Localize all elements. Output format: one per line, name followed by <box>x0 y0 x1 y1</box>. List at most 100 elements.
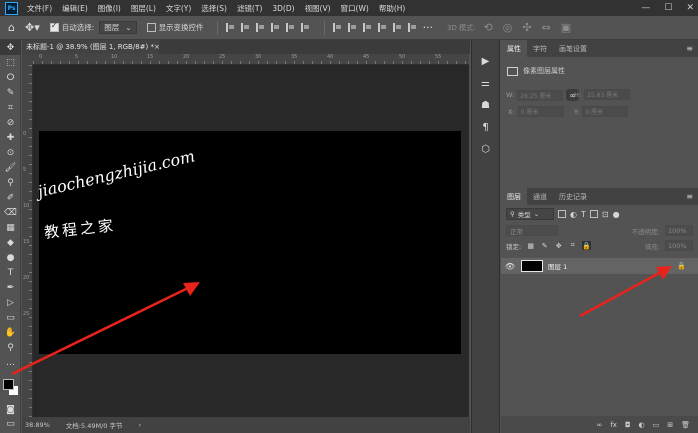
marquee-tool[interactable]: ⬚ <box>0 55 21 70</box>
tab-properties[interactable]: 属性 <box>501 40 527 57</box>
opacity-field[interactable]: 100% <box>665 225 693 236</box>
tab-character[interactable]: 字符 <box>527 40 553 57</box>
eraser-tool[interactable]: ⌫ <box>0 205 21 220</box>
close-icon[interactable]: ✕ <box>686 3 694 13</box>
blur-tool[interactable]: ◆ <box>0 235 21 250</box>
menu-type[interactable]: 文字(Y) <box>166 3 191 14</box>
pen-tool[interactable]: ✒ <box>0 280 21 295</box>
slide-3d-icon[interactable]: ⇔ <box>542 21 551 34</box>
orbit-3d-icon[interactable]: ⟲ <box>484 21 493 34</box>
layer-kind-dropdown[interactable]: ⚲ 类型 ⌄ <box>506 208 554 220</box>
align-right-icon[interactable] <box>255 23 265 32</box>
eyedropper-tool[interactable]: ✚ <box>0 130 21 145</box>
menu-help[interactable]: 帮助(H) <box>379 3 406 14</box>
filter-toggle-icon[interactable]: ● <box>613 210 620 219</box>
tab-brush-settings[interactable]: 画笔设置 <box>553 40 593 57</box>
menu-image[interactable]: 图像(I) <box>98 3 121 14</box>
brush-tool[interactable]: 🖌 <box>0 160 21 175</box>
stamp-tool[interactable]: ⚲ <box>0 175 21 190</box>
drag-3d-icon[interactable]: ✣ <box>522 21 531 34</box>
zoom-tool[interactable]: ⚲ <box>0 340 21 355</box>
magic-wand-tool[interactable]: ✎ <box>0 85 21 100</box>
layer-lock-icon[interactable]: 🔒 <box>677 262 686 270</box>
history-brush-tool[interactable]: ✐ <box>0 190 21 205</box>
filter-adjustment-icon[interactable]: ◐ <box>570 210 577 219</box>
add-mask-icon[interactable]: ◘ <box>625 421 631 429</box>
lock-artboard-icon[interactable]: ⌗ <box>568 241 577 250</box>
move-tool-icon[interactable]: ✥▾ <box>25 21 40 34</box>
lock-position-icon[interactable]: ✥ <box>554 241 563 250</box>
layer-row[interactable]: 👁 图层 1 🔒 <box>501 258 698 274</box>
menu-layer[interactable]: 图层(L) <box>131 3 156 14</box>
minimize-icon[interactable]: — <box>641 3 650 13</box>
quick-mask-button[interactable]: ◙ <box>0 402 21 417</box>
show-transform-checkbox[interactable] <box>146 23 156 32</box>
frame-tool[interactable]: ⊘ <box>0 115 21 130</box>
document-canvas[interactable] <box>39 131 461 354</box>
menu-file[interactable]: 文件(F) <box>27 3 52 14</box>
maximize-icon[interactable]: ☐ <box>664 3 672 13</box>
paragraph-icon[interactable]: ¶ <box>472 116 499 138</box>
layer-name[interactable]: 图层 1 <box>548 261 567 271</box>
auto-select-dropdown[interactable]: 图层 ⌄ <box>99 21 137 34</box>
status-arrow-icon[interactable]: › <box>138 421 141 429</box>
menu-filter[interactable]: 滤镜(T) <box>237 3 262 14</box>
new-layer-icon[interactable]: ⊞ <box>667 421 673 429</box>
distribute-left-icon[interactable] <box>377 23 387 32</box>
path-selection-tool[interactable]: ▷ <box>0 295 21 310</box>
document-tab[interactable]: 未标题-1 @ 38.9% (图层 1, RGB/8#) * × <box>22 40 160 54</box>
swatches-icon[interactable]: ☗ <box>472 94 499 116</box>
align-bottom-icon[interactable] <box>300 23 310 32</box>
menu-select[interactable]: 选择(S) <box>201 3 227 14</box>
lock-all-icon[interactable]: 🔒 <box>582 241 592 250</box>
filter-type-icon[interactable]: T <box>581 210 586 219</box>
lock-image-icon[interactable]: ✎ <box>540 241 549 250</box>
adjustments-icon[interactable]: ⚌ <box>472 72 499 94</box>
scale-3d-icon[interactable]: ▣ <box>561 21 571 34</box>
move-tool[interactable]: ✥ <box>0 40 21 55</box>
link-layers-icon[interactable]: ∞ <box>597 421 603 429</box>
home-icon[interactable]: ⌂ <box>8 21 15 34</box>
screen-mode-button[interactable]: ▭ <box>0 416 21 431</box>
distribute-top-icon[interactable] <box>332 23 342 32</box>
auto-select-checkbox[interactable] <box>49 21 59 32</box>
menu-3d[interactable]: 3D(D) <box>272 4 294 13</box>
foreground-color-swatch[interactable] <box>3 379 14 390</box>
adjustment-layer-icon[interactable]: ◐ <box>639 421 645 429</box>
tab-history[interactable]: 历史记录 <box>553 188 593 205</box>
new-group-icon[interactable]: ▭ <box>653 421 660 429</box>
rectangle-tool[interactable]: ▭ <box>0 310 21 325</box>
hand-tool[interactable]: ✋ <box>0 325 21 340</box>
x-field[interactable]: 0 厘米 <box>517 106 564 117</box>
align-top-icon[interactable] <box>270 23 280 32</box>
horizontal-ruler[interactable]: 0 5 10 15 20 25 30 35 40 45 50 55 <box>33 54 469 65</box>
roll-3d-icon[interactable]: ◎ <box>503 21 513 34</box>
menu-edit[interactable]: 编辑(E) <box>62 3 88 14</box>
eye-icon[interactable]: 👁 <box>501 262 519 271</box>
distribute-hcenter-icon[interactable] <box>392 23 402 32</box>
crop-tool[interactable]: ⌗ <box>0 100 21 115</box>
healing-tool[interactable]: ⊙ <box>0 145 21 160</box>
distribute-bottom-icon[interactable] <box>362 23 372 32</box>
distribute-right-icon[interactable] <box>407 23 417 32</box>
height-field[interactable]: 15.83 厘米 <box>584 89 631 100</box>
tab-channels[interactable]: 通道 <box>527 188 553 205</box>
fill-field[interactable]: 100% <box>665 240 693 251</box>
layer-style-icon[interactable]: fx <box>610 421 617 429</box>
panel-menu-icon[interactable]: ≡ <box>686 40 693 57</box>
align-left-icon[interactable] <box>225 23 235 32</box>
dodge-tool[interactable]: ● <box>0 250 21 265</box>
more-options-icon[interactable]: ··· <box>423 21 434 34</box>
align-vcenter-icon[interactable] <box>285 23 295 32</box>
menu-window[interactable]: 窗口(W) <box>341 3 369 14</box>
blend-mode-dropdown[interactable]: 正常 <box>506 225 558 236</box>
filter-pixel-icon[interactable] <box>558 210 566 218</box>
zoom-level[interactable]: 38.89% <box>25 421 50 429</box>
lock-transparent-icon[interactable]: ▦ <box>526 241 535 250</box>
delete-layer-icon[interactable]: 🗑 <box>681 421 690 429</box>
more-tools[interactable]: … <box>0 355 21 370</box>
filter-smart-object-icon[interactable]: ⊡ <box>602 210 609 219</box>
align-hcenter-icon[interactable] <box>240 23 250 32</box>
menu-view[interactable]: 视图(V) <box>305 3 331 14</box>
panel-menu-icon[interactable]: ≡ <box>686 188 693 205</box>
